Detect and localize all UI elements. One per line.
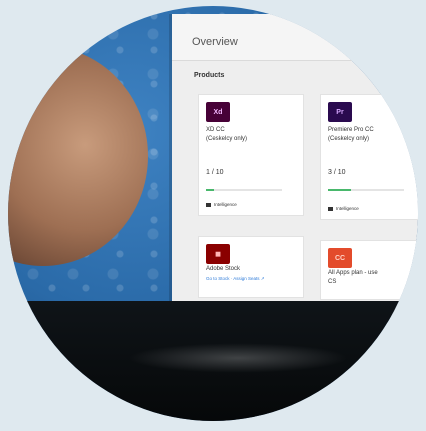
product-title: XD CC [206,127,225,133]
usage-progress-bar [206,189,282,191]
product-title: Adobe Stock [206,266,241,272]
product-card-xd[interactable]: Xd XD CC (Ceskelcy only) 1 / 10 Intellig… [198,94,304,216]
monitor-base [8,301,418,421]
product-subtitle: (Ceskelcy only) [206,136,248,142]
product-title: Premiere Pro CC [328,127,374,133]
stock-link[interactable]: Go to Stock · Assign Seats ↗ [206,276,265,282]
products-label: Products [194,72,225,79]
users-icon [206,202,211,207]
page-title: Overview [192,36,238,48]
adobe-stock-icon: ◼ [206,244,230,264]
product-card-premiere[interactable]: Pr Premiere Pro CC (Ceskelcy only) 3 / 1… [320,94,418,220]
product-card-stock[interactable]: ◼ Adobe Stock Go to Stock · Assign Seats… [198,236,304,298]
product-subtitle: (Ceskelcy only) [328,136,370,142]
card-footer[interactable]: Intelligence [206,202,237,207]
page-header: Overview [172,14,418,61]
license-count: 3 / 10 [328,169,346,176]
product-subtitle: CS [328,279,337,285]
premiere-logo-icon: Pr [328,102,352,122]
license-count: 1 / 10 [206,169,224,176]
product-name: Premiere Pro CC (Ceskelcy only) [328,126,374,144]
footer-label: Intelligence [336,206,359,211]
photo-frame: Overview Products Xd XD CC (Ceskelcy onl… [8,6,418,421]
product-name: All Apps plan - use CS [328,269,378,287]
usage-progress-fill [206,189,214,191]
footer-label: Intelligence [214,202,237,207]
stand-highlight [128,343,348,373]
usage-progress-bar [328,189,404,191]
product-card-all-apps[interactable]: CC All Apps plan - use CS [320,240,418,300]
users-icon [328,206,333,211]
xd-logo-icon: Xd [206,102,230,122]
creative-cloud-icon: CC [328,248,352,268]
product-name: XD CC (Ceskelcy only) [206,126,247,144]
product-title: All Apps plan - use [328,270,378,276]
monitor-screen: Overview Products Xd XD CC (Ceskelcy onl… [172,14,418,314]
usage-progress-fill [328,189,351,191]
card-footer[interactable]: Intelligence [328,206,359,211]
